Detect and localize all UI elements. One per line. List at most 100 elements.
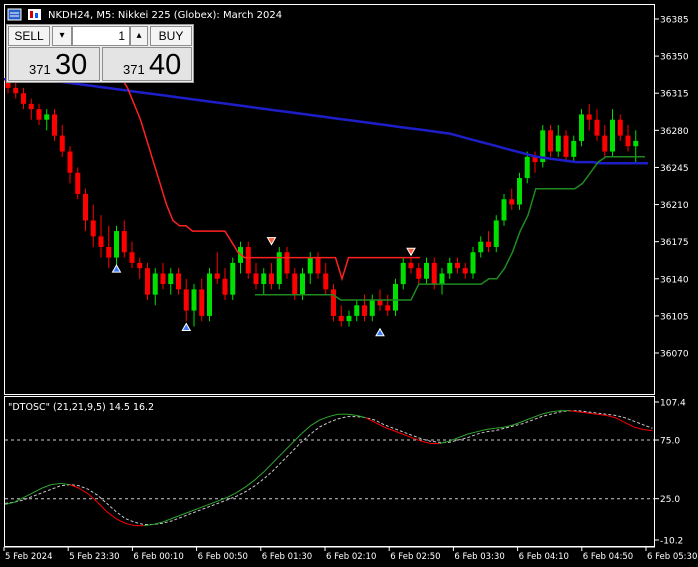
oscillator-main-segment [569,410,579,413]
buy-signal-arrow-icon [181,322,192,331]
buy-price-large: 40 [149,49,182,81]
price-tick-label: 36070 [660,350,689,360]
chart-area[interactable]: 36385 36350 36315 36280 36245 36210 36175 36140… [0,0,698,567]
candle-body [571,140,577,157]
oscillator-main-segment [633,426,644,430]
candle-body [548,130,553,152]
candles-layer [5,72,639,327]
sell-signal-arrow-icon [266,237,277,246]
candle-body [222,278,228,295]
candle-body [28,103,34,110]
oscillator-main-segment [374,421,385,428]
oscillator-main-segment [32,487,43,494]
time-tick-label: 5 Feb 23:30 [69,552,119,562]
sell-price-small: 371 [29,62,51,77]
oscillator-main-segment [60,482,70,486]
candle-body [416,268,422,279]
chart-title: NKDH24, M5: Nikkei 225 (Globex): March 2… [48,10,282,21]
price-tick-label: 36350 [660,53,689,63]
oscillator-main-segment [115,518,126,524]
candle-body [424,262,429,279]
candle-body [75,172,81,194]
oscillator-main-segment [541,411,551,415]
candle-body [261,273,267,285]
volume-increase-button[interactable]: ▴ [130,26,148,46]
sell-button[interactable]: SELL [8,26,50,46]
oscillator-main-segment [282,443,293,454]
buy-price-small: 371 [123,62,145,77]
candle-body [555,135,561,152]
candle-body [307,257,313,274]
candle-body [121,231,127,253]
candle-body [323,273,329,290]
oscillator-main-segment [319,416,329,421]
oscillator-main-segment [245,479,256,488]
time-tick-label: 6 Feb 05:30 [647,552,697,562]
candle-body [431,262,437,285]
oscillator-main-segment [199,504,209,509]
candle-body [377,299,383,306]
oscillator-main-segment [476,428,487,433]
candle-body [493,220,499,247]
price-tick-label: 36105 [660,312,689,322]
volume-decrease-button[interactable]: ▾ [52,26,72,46]
candle-body [191,289,197,311]
sell-price-button[interactable]: 371 30 [8,47,100,81]
time-tick-label: 6 Feb 02:10 [326,552,376,562]
oscillator-main-segment [458,433,468,439]
time-tick-label: 5 Feb 2024 [5,552,53,562]
candle-body [470,252,476,274]
oscillator-main-segment [226,492,237,498]
oscillator-main-segment [643,428,653,432]
candle-body [114,231,119,258]
buy-button[interactable]: BUY [150,26,192,46]
volume-input[interactable]: 1 [72,26,130,46]
oscillator-main-segment [97,501,108,512]
oscillator-tick-label: 75.0 [660,437,680,447]
time-tick-label: 6 Feb 00:10 [133,552,183,562]
candle-body [579,114,584,141]
candle-body [292,273,298,295]
candle-body [284,252,290,274]
time-tick-label: 6 Feb 00:50 [198,552,248,562]
candle-body [13,87,19,94]
candle-body [269,273,274,285]
oscillator-main-segment [467,431,477,435]
candle-body [152,273,158,295]
candle-body [563,135,569,157]
oscillator-main-segment [125,522,135,527]
time-tick-label: 6 Feb 04:10 [519,552,569,562]
candle-body [199,289,205,316]
oscillator-main-segment [263,461,274,473]
candle-body [230,262,236,295]
candle-body [44,114,50,120]
buy-signal-arrow-icon [111,264,122,273]
oscillator-main-segment [208,500,218,506]
oscillator-main-segment [615,417,625,423]
candle-body [67,151,73,173]
oscillator-tick-label: 107.4 [660,399,686,409]
candle-body [617,119,623,136]
oscillator-main-segment [347,413,357,416]
oscillator-main-segment [495,426,505,429]
candle-body [59,135,65,152]
candle-body [455,262,460,269]
candle-body [486,241,491,247]
oscillator-main-segment [41,484,52,489]
oscillator-main-segment [300,425,311,435]
candle-body [594,119,600,136]
candle-body [315,257,321,274]
oscillator-main-segment [291,433,302,444]
candle-body [300,273,305,295]
trailing-stop-red-line [95,65,420,282]
candle-body [52,114,57,136]
oscillator-main-segment [550,410,561,413]
price-tick-label: 36175 [660,238,689,248]
price-tick-label: 36140 [660,275,689,285]
candle-body [509,199,515,205]
oscillator-main-segment [328,413,339,418]
candle-body [129,252,135,263]
candle-body [214,273,220,279]
candle-body [90,220,96,237]
buy-price-button[interactable]: 371 40 [102,47,192,81]
